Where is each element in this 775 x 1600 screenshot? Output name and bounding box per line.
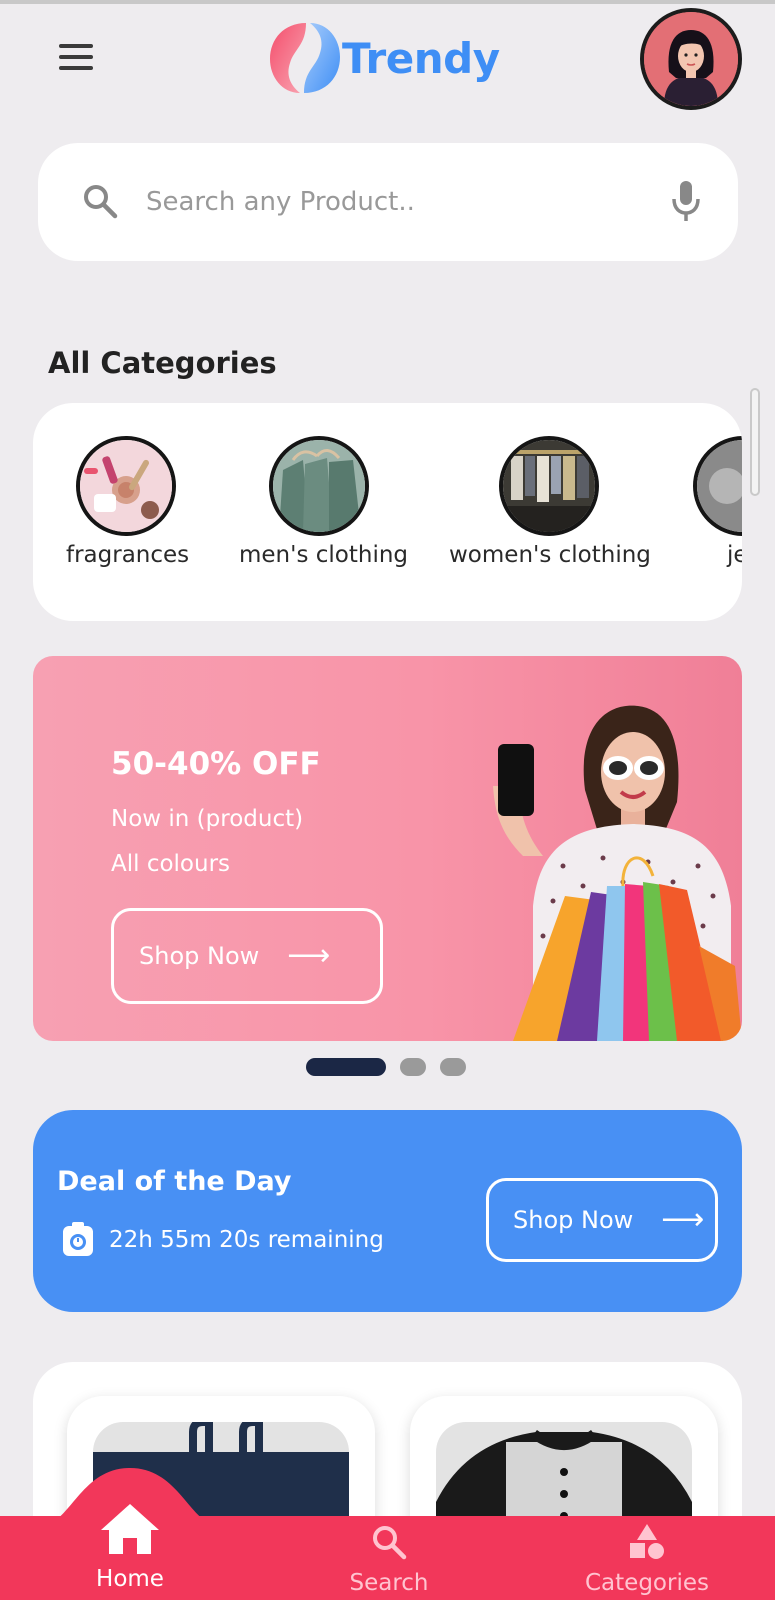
nav-item-search[interactable]: Search bbox=[340, 1524, 438, 1596]
deal-shop-now-button[interactable]: Shop Now ⟶ bbox=[486, 1178, 718, 1262]
avatar-image bbox=[644, 12, 738, 106]
nav-label: Home bbox=[96, 1566, 164, 1592]
scrollbar[interactable] bbox=[750, 388, 760, 496]
category-item-fragrances[interactable]: fragrances bbox=[66, 436, 190, 568]
category-label: fragrances bbox=[66, 542, 190, 568]
category-item-jewelery[interactable]: jew bbox=[649, 436, 742, 568]
banner-model-image bbox=[493, 705, 742, 1041]
carousel-dot-3[interactable] bbox=[440, 1058, 466, 1076]
categories-icon bbox=[630, 1524, 664, 1559]
deal-timer: 22h 55m 20s remaining bbox=[61, 1222, 384, 1258]
carousel-dot-1[interactable] bbox=[306, 1058, 386, 1076]
search-icon bbox=[84, 185, 118, 219]
deal-remaining-text: 22h 55m 20s remaining bbox=[109, 1227, 384, 1253]
logo-mark-icon bbox=[270, 23, 340, 93]
category-label: women's clothing bbox=[449, 542, 651, 568]
avatar[interactable] bbox=[640, 8, 742, 110]
nav-item-categories[interactable]: Categories bbox=[582, 1524, 712, 1596]
app-logo: Trendy bbox=[268, 18, 500, 98]
search-icon bbox=[373, 1526, 407, 1560]
carousel-indicator bbox=[306, 1058, 466, 1076]
category-image bbox=[693, 436, 742, 536]
carousel-dot-2[interactable] bbox=[400, 1058, 426, 1076]
deal-title: Deal of the Day bbox=[57, 1166, 292, 1197]
microphone-icon[interactable] bbox=[666, 179, 706, 223]
category-image bbox=[499, 436, 599, 536]
category-item-mens-clothing[interactable]: men's clothing bbox=[239, 436, 409, 568]
logo-text: Trendy bbox=[342, 33, 500, 83]
deal-of-the-day-card: Deal of the Day 22h 55m 20s remaining Sh… bbox=[33, 1110, 742, 1312]
banner-subtitle: Now in (product) bbox=[111, 806, 304, 832]
banner-shop-now-button[interactable]: Shop Now ⟶ bbox=[111, 908, 383, 1004]
menu-icon[interactable] bbox=[54, 44, 98, 80]
category-image bbox=[76, 436, 176, 536]
categories-list: fragrances men's clothing women's clothi… bbox=[33, 403, 742, 621]
search-input[interactable] bbox=[146, 177, 646, 227]
banner-headline: 50-40% OFF bbox=[111, 746, 321, 782]
category-label: men's clothing bbox=[239, 542, 409, 568]
category-item-womens-clothing[interactable]: women's clothing bbox=[449, 436, 651, 568]
banner-subtitle-2: All colours bbox=[111, 851, 231, 877]
promo-banner[interactable]: 50-40% OFF Now in (product) All colours … bbox=[33, 656, 742, 1041]
status-line bbox=[0, 0, 775, 4]
category-image bbox=[269, 436, 369, 536]
button-label: Shop Now bbox=[139, 942, 260, 970]
nav-label: Search bbox=[349, 1570, 429, 1596]
home-icon bbox=[101, 1504, 159, 1554]
nav-label: Categories bbox=[585, 1570, 709, 1596]
search-bar[interactable] bbox=[38, 143, 738, 261]
arrow-right-icon: ⟶ bbox=[661, 1202, 705, 1237]
button-label: Shop Now bbox=[513, 1206, 634, 1234]
nav-item-home[interactable]: Home bbox=[78, 1502, 182, 1592]
arrow-right-icon: ⟶ bbox=[287, 938, 331, 973]
timer-icon bbox=[63, 1222, 93, 1256]
category-label: jew bbox=[727, 542, 742, 568]
section-title-categories: All Categories bbox=[48, 346, 277, 380]
